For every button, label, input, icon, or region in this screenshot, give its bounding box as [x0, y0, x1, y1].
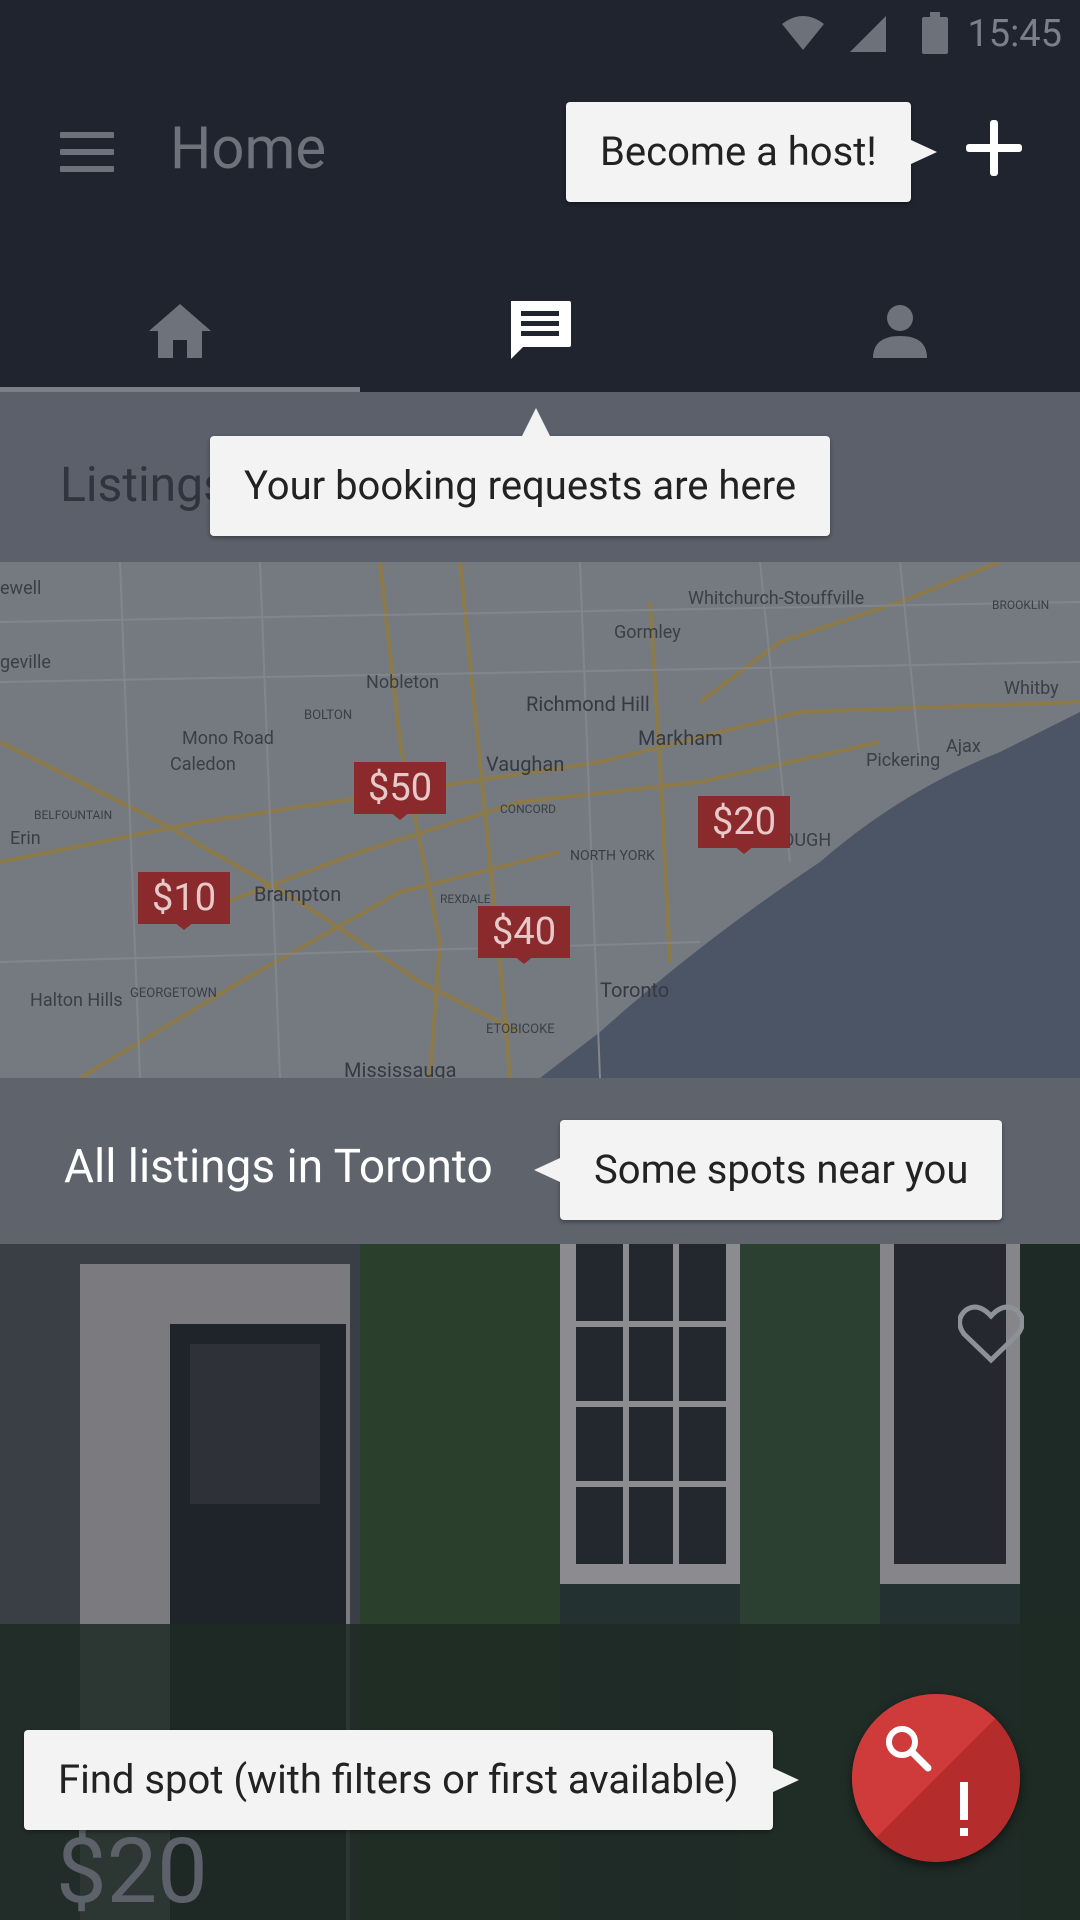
map-label: BROOKLIN [992, 598, 1050, 612]
map-label: ewell [0, 578, 42, 599]
map-label: Nobleton [366, 672, 440, 693]
exclamation-icon [960, 1782, 968, 1836]
map-label: BOLTON [304, 708, 353, 723]
plus-icon[interactable] [966, 120, 1022, 176]
map-label: Whitchurch-Stouffville [688, 588, 865, 609]
chat-icon [511, 301, 571, 359]
find-spot-button[interactable] [852, 1694, 1020, 1862]
signal-icon [850, 16, 886, 52]
map-label: Whitby [1004, 678, 1059, 699]
price-pin[interactable]: $10 [138, 872, 231, 930]
map-label: Gormley [614, 622, 681, 643]
map-label: Erin [10, 828, 41, 849]
tooltip-booking-requests: Your booking requests are here [210, 408, 831, 536]
tooltip-spots-near-you: Some spots near you [533, 1120, 1003, 1220]
map-label: CONCORD [500, 802, 556, 816]
fab-split [852, 1694, 1020, 1862]
map-label: BELFOUNTAIN [34, 808, 113, 822]
price-pin[interactable]: $40 [478, 906, 571, 964]
map-label: Halton Hills [30, 990, 123, 1011]
menu-icon[interactable] [60, 132, 114, 172]
map-label: Richmond Hill [526, 692, 650, 716]
status-time: 15:45 [967, 12, 1062, 56]
map-label: Pickering [866, 750, 941, 771]
map-label: REXDALE [440, 892, 491, 906]
map-label: Caledon [170, 754, 236, 775]
map-label: NORTH YORK [570, 848, 655, 864]
map-label: geville [0, 652, 51, 673]
map-label: Markham [638, 726, 723, 750]
wifi-icon [782, 16, 824, 50]
map-label: Toronto [600, 978, 670, 1002]
tooltip-find-spot: Find spot (with filters or first availab… [24, 1730, 799, 1830]
listings-map[interactable]: Whitchurch-Stouffville Gormley Nobleton … [0, 562, 1080, 1078]
battery-icon [922, 12, 948, 54]
tab-messages[interactable] [360, 270, 720, 392]
tab-profile[interactable] [720, 270, 1080, 392]
home-icon [149, 304, 211, 358]
search-icon [886, 1726, 932, 1772]
map-label: Ajax [946, 736, 981, 757]
tooltip-become-host: Become a host! [566, 102, 937, 202]
tab-bar [0, 270, 1080, 392]
map-label: ETOBICOKE [486, 1022, 555, 1037]
status-bar: 15:45 [0, 0, 1080, 70]
tab-home[interactable] [0, 270, 360, 392]
heart-icon[interactable] [958, 1304, 1024, 1364]
price-pin[interactable]: $50 [354, 762, 447, 820]
app-bar: Home [0, 70, 1080, 392]
map-label: Brampton [254, 882, 342, 906]
section-title: All listings in Toronto [64, 1140, 493, 1194]
price-pin[interactable]: $20 [698, 796, 791, 854]
screen: 15:45 Home Listings Whitchurch-Stouffvil… [0, 0, 1080, 1920]
listings-title: Listings [60, 456, 228, 513]
map-label: Vaughan [486, 752, 565, 776]
page-title: Home [170, 115, 327, 183]
map-label: GEORGETOWN [130, 986, 217, 1001]
listing-price: $20 [56, 1819, 208, 1920]
person-icon [873, 305, 927, 358]
map-label: Mississauga [344, 1058, 457, 1078]
map-label: Mono Road [182, 728, 274, 749]
